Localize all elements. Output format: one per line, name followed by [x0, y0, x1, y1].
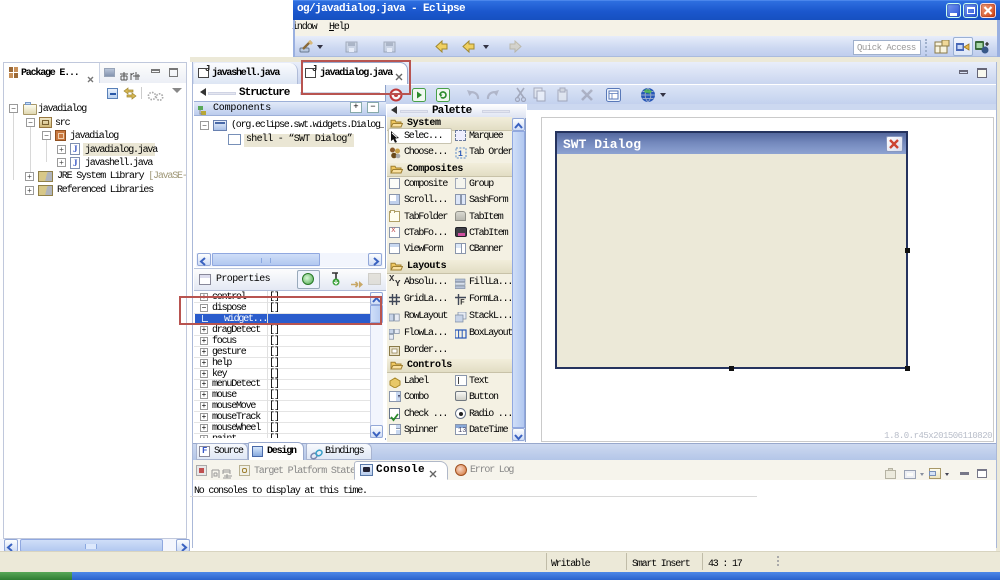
svg-text:F: F — [460, 299, 465, 307]
svg-text:1: 1 — [458, 150, 463, 159]
